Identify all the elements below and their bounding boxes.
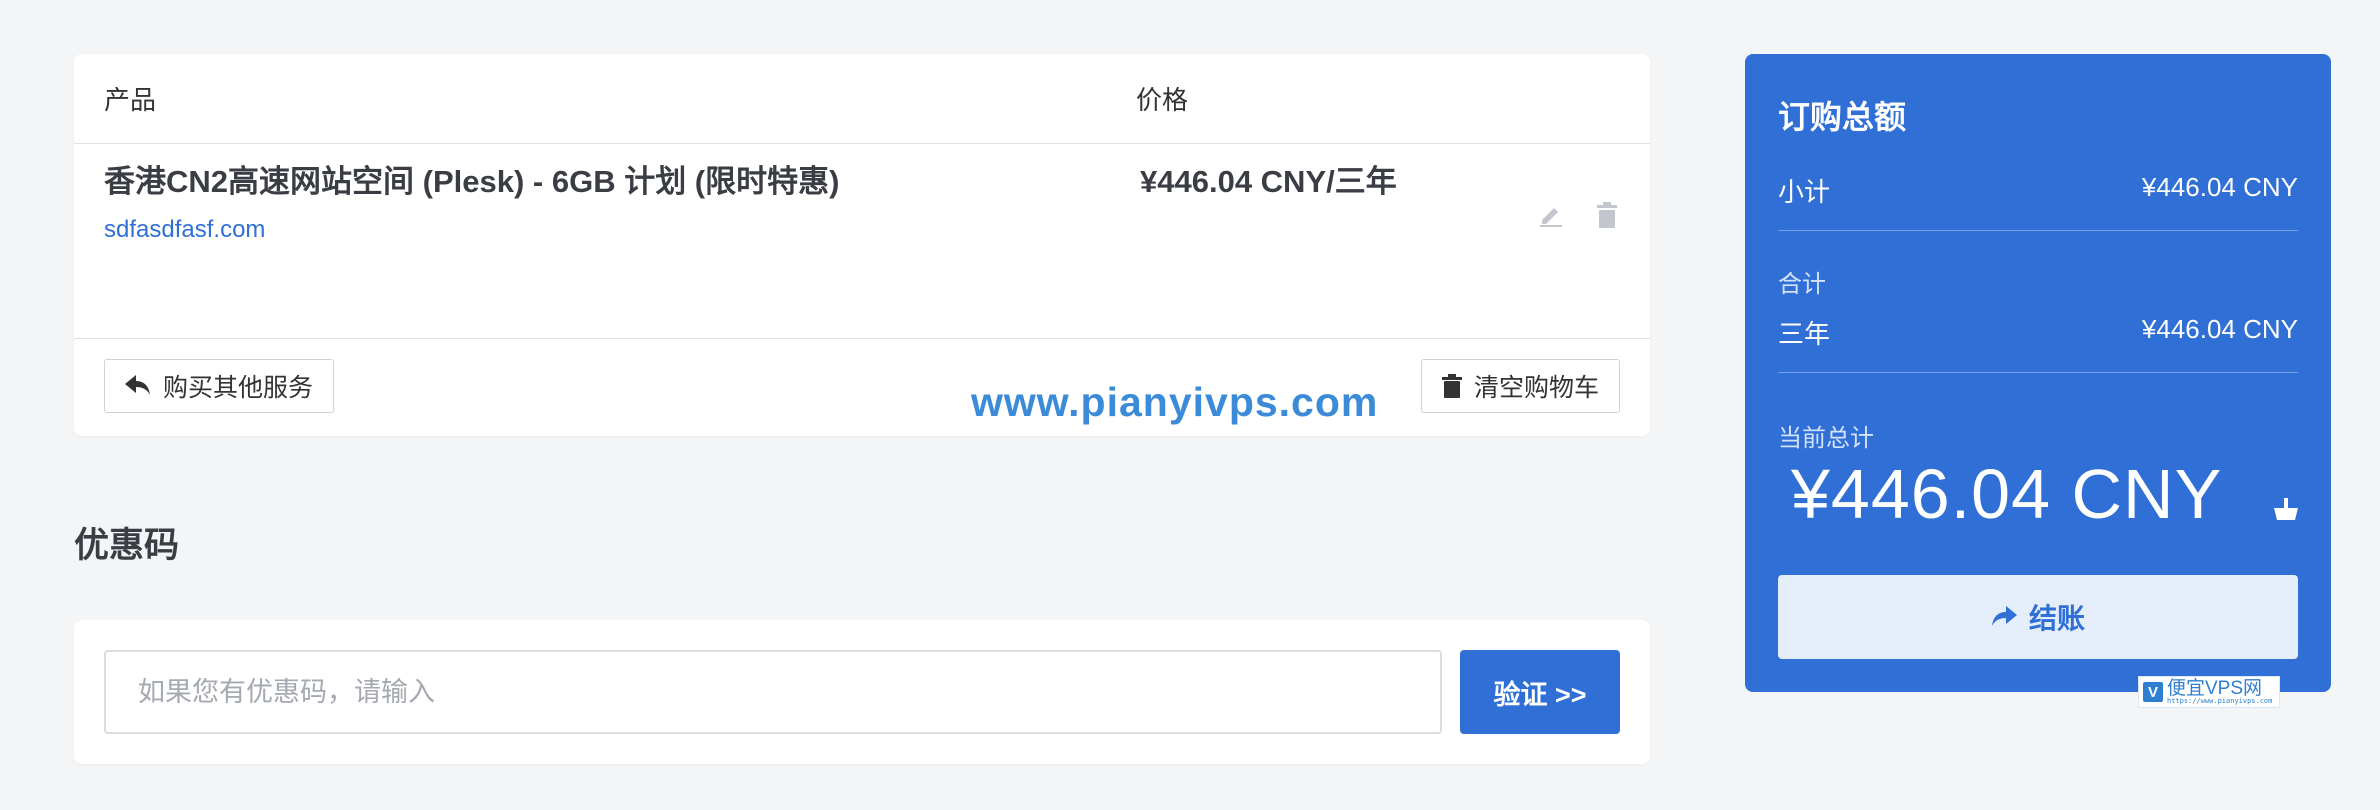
empty-cart-button[interactable]: 清空购物车 — [1420, 359, 1620, 413]
billing-cycle-label: 三年 — [1778, 319, 1831, 349]
cart-table: 产品 价格 香港CN2高速网站空间 (Plesk) - 6GB 计划 (限时特惠… — [74, 54, 1650, 436]
empty-cart-label: 清空购物车 — [1473, 374, 1599, 402]
reply-arrow-icon — [125, 375, 150, 395]
checkout-button[interactable]: 结账 — [1778, 575, 2298, 659]
cart-table-header: 产品 价格 — [74, 54, 1650, 144]
header-price: 价格 — [1136, 85, 1189, 115]
pencil-icon — [1540, 208, 1562, 227]
edit-item-button[interactable] — [1534, 198, 1568, 232]
share-arrow-icon — [1991, 606, 2017, 626]
summary-divider — [1778, 230, 2298, 231]
logo-url: https://www.pianyivps.com — [2167, 697, 2273, 705]
summary-title: 订购总额 — [1778, 99, 1907, 135]
verify-coupon-button[interactable]: 验证 >> — [1460, 650, 1620, 734]
billing-cycle-value: ¥446.04 CNY — [2141, 314, 2298, 344]
coupon-section-title: 优惠码 — [74, 526, 180, 565]
subtotal-line: 小计 ¥446.04 CNY — [1778, 172, 2298, 209]
trash-icon — [1441, 374, 1462, 398]
trash-icon — [1597, 202, 1617, 228]
cart-icon — [2274, 498, 2298, 520]
product-domain-link[interactable]: sdfasdfasf.com — [104, 216, 265, 244]
watermark-text: www.pianyivps.com — [971, 379, 1379, 425]
billing-cycle-line: 三年 ¥446.04 CNY — [1778, 314, 2298, 351]
delete-item-button[interactable] — [1590, 198, 1624, 232]
summary-divider — [1778, 372, 2298, 373]
continue-shopping-button[interactable]: 购买其他服务 — [104, 359, 335, 413]
product-name: 香港CN2高速网站空间 (Plesk) - 6GB 计划 (限时特惠) — [104, 164, 840, 199]
subtotal-value: ¥446.04 CNY — [2141, 172, 2298, 202]
totals-label: 合计 — [1778, 271, 1826, 298]
coupon-card: 验证 >> — [74, 620, 1650, 764]
continue-shopping-label: 购买其他服务 — [163, 374, 314, 402]
site-logo: V 便宜VPS网 https://www.pianyivps.com — [2138, 676, 2280, 708]
product-price: ¥446.04 CNY/三年 — [1140, 164, 1397, 199]
order-summary: 订购总额 小计 ¥446.04 CNY 合计 三年 ¥446.04 CNY 当前… — [1745, 54, 2331, 692]
logo-mark: V — [2143, 682, 2163, 702]
header-product: 产品 — [104, 85, 157, 115]
grand-total: ¥446.04 CNY — [1791, 455, 2223, 533]
checkout-label: 结账 — [2028, 603, 2085, 634]
logo-name: 便宜VPS网 — [2167, 678, 2263, 699]
due-today-label: 当前总计 — [1778, 425, 1874, 452]
coupon-input[interactable] — [104, 650, 1442, 734]
subtotal-label: 小计 — [1778, 177, 1831, 207]
logo-text: 便宜VPS网 https://www.pianyivps.com — [2167, 679, 2272, 705]
